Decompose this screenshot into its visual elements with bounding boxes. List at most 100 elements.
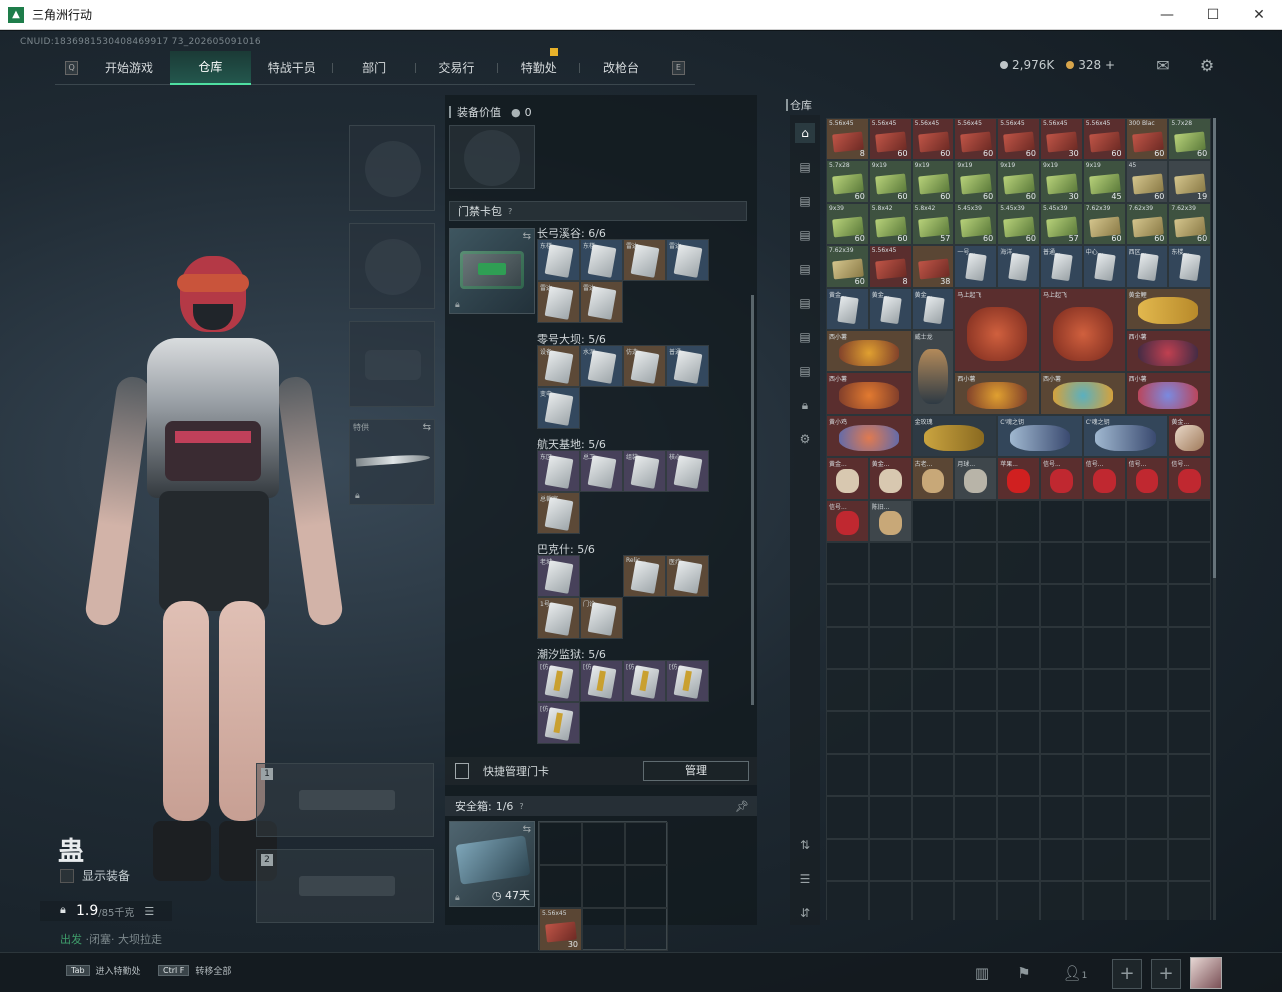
empty-warehouse-cell[interactable] — [1168, 753, 1212, 797]
empty-warehouse-cell[interactable] — [1168, 541, 1212, 585]
layers-icon[interactable]: ☰ — [795, 869, 815, 889]
warehouse-item[interactable]: 苹果... — [997, 457, 1040, 500]
empty-warehouse-cell[interactable] — [868, 881, 912, 920]
keycard-item[interactable]: 变电... — [537, 387, 580, 429]
empty-warehouse-cell[interactable] — [868, 711, 912, 754]
swap-icon[interactable]: ⇆ — [523, 231, 531, 242]
empty-warehouse-cell[interactable] — [954, 584, 998, 627]
empty-warehouse-cell[interactable] — [1168, 669, 1212, 712]
empty-warehouse-cell[interactable] — [868, 669, 912, 712]
keycard-item[interactable]: 黄金... — [911, 287, 955, 330]
empty-warehouse-cell[interactable] — [1082, 626, 1126, 670]
keycard-item[interactable]: 普通... — [1039, 245, 1083, 288]
warehouse-collectible[interactable]: 黄金... — [1168, 414, 1212, 458]
keycard-item[interactable]: 雷达... — [666, 239, 709, 281]
warehouse-scroll-thumb[interactable] — [1213, 118, 1216, 578]
empty-warehouse-cell[interactable] — [954, 753, 998, 797]
empty-warehouse-cell[interactable] — [1168, 711, 1212, 754]
warehouse-item[interactable]: 5.56x45 60 — [954, 118, 998, 161]
empty-warehouse-cell[interactable] — [911, 838, 955, 882]
warehouse-item[interactable]: 38 — [911, 245, 955, 288]
keycard-item[interactable]: 东区... — [537, 450, 580, 492]
empty-warehouse-cell[interactable] — [911, 753, 955, 797]
warehouse-item[interactable]: 45 60 — [1125, 160, 1169, 203]
tab-warehouse[interactable]: 仓库 — [169, 50, 252, 85]
keycard-item[interactable]: 东楼... — [537, 239, 580, 281]
empty-warehouse-cell[interactable] — [826, 711, 869, 754]
empty-warehouse-cell[interactable] — [1082, 541, 1126, 585]
keycard-item[interactable]: 老城... — [537, 555, 580, 597]
warehouse-item[interactable]: 信号... — [826, 499, 869, 542]
warehouse-item[interactable]: 5.56x45 60 — [911, 118, 955, 161]
warehouse-item[interactable]: 5.56x45 60 — [997, 118, 1040, 161]
empty-warehouse-cell[interactable] — [911, 626, 955, 670]
empty-warehouse-cell[interactable] — [1082, 753, 1126, 797]
empty-warehouse-cell[interactable] — [1168, 881, 1212, 920]
warehouse-item[interactable]: 9x19 60 — [868, 160, 912, 203]
empty-warehouse-cell[interactable] — [1125, 838, 1169, 882]
empty-warehouse-cell[interactable] — [911, 881, 955, 920]
keycard-item[interactable]: 海洋... — [997, 245, 1040, 288]
warehouse-item[interactable]: 7.62x39 60 — [1082, 202, 1126, 246]
keycard-item[interactable]: 总工... — [580, 450, 623, 492]
empty-warehouse-cell[interactable] — [1039, 711, 1083, 754]
backpack-slot[interactable] — [449, 125, 535, 189]
hint-enter-special-ops[interactable]: Tab 进入特勤处 — [66, 964, 141, 977]
warehouse-collectible[interactable]: 西小薯 — [1039, 372, 1126, 415]
empty-warehouse-cell[interactable] — [1168, 499, 1212, 542]
empty-warehouse-cell[interactable] — [954, 796, 998, 839]
flag-icon[interactable]: ⚑ — [1012, 961, 1036, 985]
empty-warehouse-cell[interactable] — [826, 626, 869, 670]
empty-warehouse-cell[interactable] — [954, 669, 998, 712]
warehouse-item[interactable]: 19 — [1168, 160, 1212, 203]
helmet-slot[interactable] — [349, 125, 435, 211]
empty-warehouse-cell[interactable] — [1039, 669, 1083, 712]
empty-warehouse-cell[interactable] — [911, 669, 955, 712]
warehouse-item[interactable]: 信号... — [1039, 457, 1083, 500]
keycard-item[interactable]: [仿... — [666, 660, 709, 702]
empty-warehouse-cell[interactable] — [868, 626, 912, 670]
empty-warehouse-cell[interactable] — [1125, 753, 1169, 797]
empty-warehouse-cell[interactable] — [826, 881, 869, 920]
warehouse-collectible[interactable]: 马上起飞 — [1039, 287, 1126, 373]
empty-warehouse-cell[interactable] — [868, 584, 912, 627]
empty-warehouse-cell[interactable] — [954, 626, 998, 670]
keycard-item[interactable]: 设备... — [537, 345, 580, 387]
keycard-item[interactable]: Relic... — [623, 555, 666, 597]
category-icon[interactable]: ▤ — [795, 191, 815, 211]
safe-cell[interactable] — [625, 822, 668, 865]
warehouse-item[interactable]: 5.56x45 8 — [868, 245, 912, 288]
warehouse-collectible[interactable]: 黄金鲤 — [1125, 287, 1212, 330]
warehouse-item[interactable]: 5.8x42 60 — [868, 202, 912, 246]
empty-warehouse-cell[interactable] — [868, 753, 912, 797]
transfer-icon[interactable]: ⇵ — [795, 903, 815, 923]
warehouse-item[interactable]: 信号... — [1168, 457, 1212, 500]
empty-warehouse-cell[interactable] — [826, 669, 869, 712]
warehouse-item[interactable]: 5.56x45 60 — [868, 118, 912, 161]
empty-warehouse-cell[interactable] — [997, 499, 1040, 542]
empty-warehouse-cell[interactable] — [1168, 796, 1212, 839]
invite-button[interactable]: + — [1112, 959, 1142, 989]
warehouse-item[interactable]: 7.62x39 60 — [1125, 202, 1169, 246]
warehouse-item[interactable]: 5.7x28 60 — [1168, 118, 1212, 161]
keycard-item[interactable]: 东楼... — [580, 239, 623, 281]
keycard-item[interactable]: 一号... — [954, 245, 998, 288]
empty-warehouse-cell[interactable] — [1082, 669, 1126, 712]
empty-warehouse-cell[interactable] — [997, 796, 1040, 839]
safe-cell[interactable] — [582, 865, 625, 908]
add-gold-button[interactable]: + — [1105, 58, 1115, 72]
warehouse-item[interactable]: 信号... — [1125, 457, 1169, 500]
warehouse-collectible[interactable]: 黄小鸡 — [826, 414, 912, 458]
empty-warehouse-cell[interactable] — [1039, 881, 1083, 920]
warehouse-item[interactable]: 7.62x39 60 — [1168, 202, 1212, 246]
warehouse-item[interactable]: 300 Blac 60 — [1125, 118, 1169, 161]
nav-prev-key[interactable]: Q — [65, 60, 79, 75]
keycard-item[interactable]: 雷达... — [580, 281, 623, 323]
warehouse-item[interactable]: 9x19 45 — [1082, 160, 1126, 203]
empty-warehouse-cell[interactable] — [954, 881, 998, 920]
empty-warehouse-cell[interactable] — [1168, 626, 1212, 670]
keycard-item[interactable]: 黄金... — [868, 287, 912, 330]
empty-warehouse-cell[interactable] — [1125, 881, 1169, 920]
empty-warehouse-cell[interactable] — [1082, 796, 1126, 839]
keycard-item[interactable]: 水泥... — [580, 345, 623, 387]
